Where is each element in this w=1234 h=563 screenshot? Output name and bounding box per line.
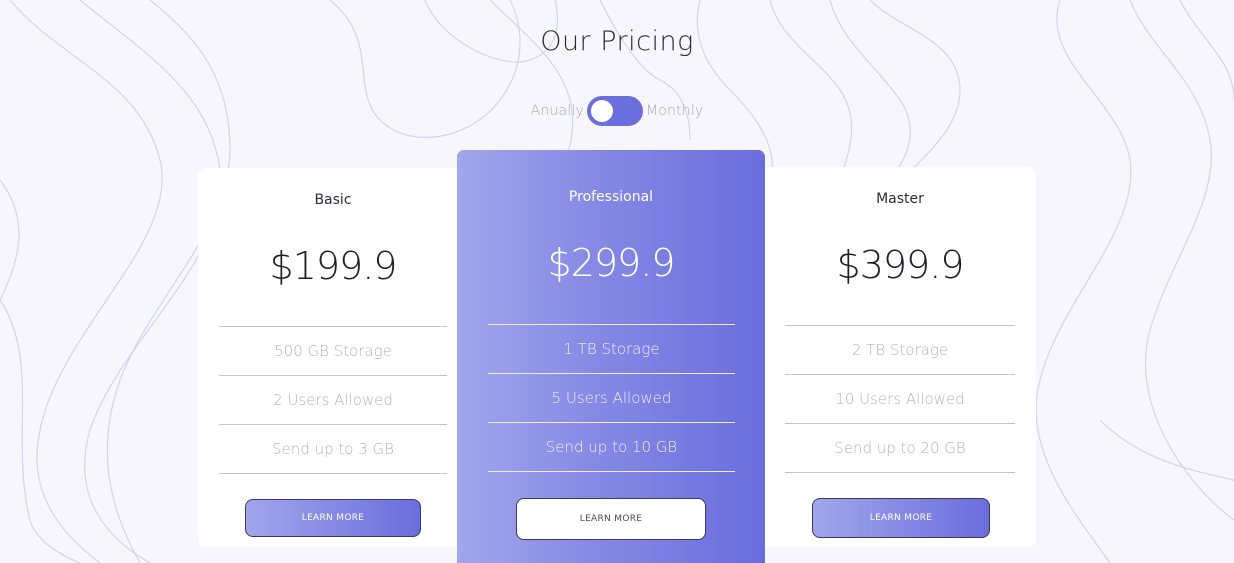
plan-price: $399.9: [836, 243, 965, 287]
toggle-knob: [590, 100, 613, 122]
annually-label: Anually: [530, 103, 584, 119]
feature-list: 500 GB Storage 2 Users Allowed Send up t…: [219, 326, 447, 474]
feature-item: Send up to 20 GB: [785, 424, 1015, 473]
billing-toggle-row: Anually Monthly: [0, 96, 1234, 126]
feature-item: Send up to 10 GB: [488, 423, 735, 472]
feature-item: 5 Users Allowed: [488, 374, 735, 423]
page-title: Our Pricing: [540, 26, 694, 57]
feature-item: 2 TB Storage: [785, 326, 1015, 375]
learn-more-button-professional[interactable]: LEARN MORE: [516, 498, 706, 540]
plan-price: $299.9: [547, 241, 676, 285]
plan-price: $199.9: [269, 244, 398, 288]
plan-name: Professional: [568, 189, 654, 205]
plan-name: Basic: [314, 192, 352, 208]
plan-card-professional: Professional $299.9 1 TB Storage 5 Users…: [457, 150, 765, 563]
learn-more-button-basic[interactable]: LEARN MORE: [245, 499, 421, 537]
billing-period-toggle[interactable]: [586, 96, 643, 126]
plan-card-master: Master $399.9 2 TB Storage 10 Users Allo…: [764, 167, 1036, 547]
plan-name: Master: [876, 191, 924, 207]
learn-more-button-master[interactable]: LEARN MORE: [812, 498, 990, 538]
feature-item: Send up to 3 GB: [219, 425, 447, 474]
feature-item: 2 Users Allowed: [219, 376, 447, 425]
feature-item: 500 GB Storage: [219, 327, 447, 376]
feature-item: 10 Users Allowed: [785, 375, 1015, 424]
feature-list: 1 TB Storage 5 Users Allowed Send up to …: [488, 324, 735, 472]
plan-card-basic: Basic $199.9 500 GB Storage 2 Users Allo…: [198, 168, 468, 547]
monthly-label: Monthly: [645, 103, 704, 119]
pricing-cards: Basic $199.9 500 GB Storage 2 Users Allo…: [0, 0, 1234, 563]
feature-list: 2 TB Storage 10 Users Allowed Send up to…: [785, 325, 1015, 473]
feature-item: 1 TB Storage: [488, 325, 735, 374]
